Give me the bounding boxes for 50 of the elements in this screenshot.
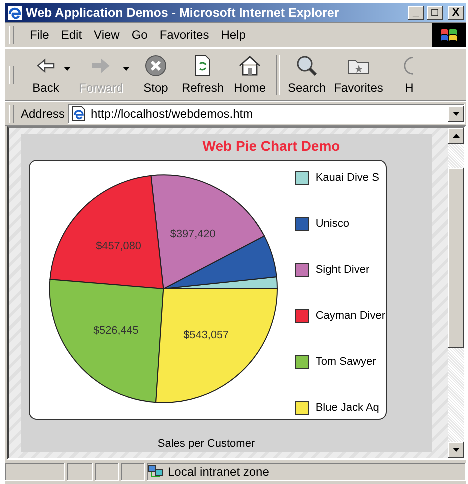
maximize-button[interactable]: □ (427, 6, 443, 20)
status-pane (121, 463, 145, 481)
down-arrow-icon[interactable] (452, 448, 460, 452)
partial-icon (404, 56, 414, 76)
value-label: $397,420 (170, 228, 216, 241)
toolbar-button[interactable]: Refresh (178, 52, 228, 97)
status-pane (5, 463, 65, 481)
network-icon (148, 465, 164, 479)
legend-label: Unisco (316, 218, 350, 230)
close-button[interactable]: X (448, 6, 464, 20)
legend-label: Cayman Diver (316, 310, 386, 322)
toolbar-button[interactable]: Stop (134, 52, 178, 97)
chart-title: Web Pie Chart Demo (202, 138, 340, 154)
address-label: Address (21, 106, 66, 120)
toolbar-button[interactable]: Favorites (330, 52, 388, 97)
window-title: Web Application Demos - Microsoft Internet Explorer (26, 6, 340, 20)
chart-caption: Sales per Customer (158, 438, 256, 450)
menu-item[interactable]: Favorites (154, 26, 216, 44)
toolbar-button[interactable]: Back (24, 52, 68, 97)
menu-item[interactable]: Edit (55, 26, 88, 44)
value-label: $526,445 (93, 324, 138, 337)
menu-item[interactable]: Go (126, 26, 154, 44)
caret-icon[interactable] (64, 66, 71, 70)
legend-label: Tom Sawyer (316, 356, 376, 368)
flag-icon (440, 27, 458, 43)
menu-item[interactable]: File (24, 26, 56, 44)
zone-label: Local intranet zone (168, 465, 270, 479)
legend-label: Kauai Dive S (316, 172, 380, 184)
toolbar-button[interactable]: Search (284, 52, 330, 97)
scrollbar[interactable] (448, 128, 464, 458)
legend-label: Blue Jack Aq (316, 402, 380, 414)
caret-icon (452, 112, 460, 116)
search-icon (295, 54, 320, 78)
home-icon (238, 54, 262, 78)
browser-icon (7, 4, 23, 20)
page-icon (71, 106, 88, 122)
toolbar-button[interactable]: H (387, 52, 432, 97)
stop-icon (144, 54, 168, 78)
up-arrow-icon[interactable] (452, 134, 460, 138)
address-field[interactable]: http://localhost/webdemos.htm (68, 104, 465, 124)
menu-item[interactable]: Help (215, 26, 252, 44)
menu-item[interactable]: View (88, 26, 126, 44)
status-pane (95, 463, 119, 481)
legend-label: Sight Diver (316, 264, 370, 276)
value-label: $543,057 (183, 330, 229, 342)
value-label: $457,080 (96, 240, 141, 252)
toolbar-button[interactable]: Home (228, 52, 272, 97)
minimize-button[interactable]: _ (408, 6, 424, 20)
status-pane (67, 463, 93, 481)
dropdown-button[interactable] (448, 106, 464, 122)
